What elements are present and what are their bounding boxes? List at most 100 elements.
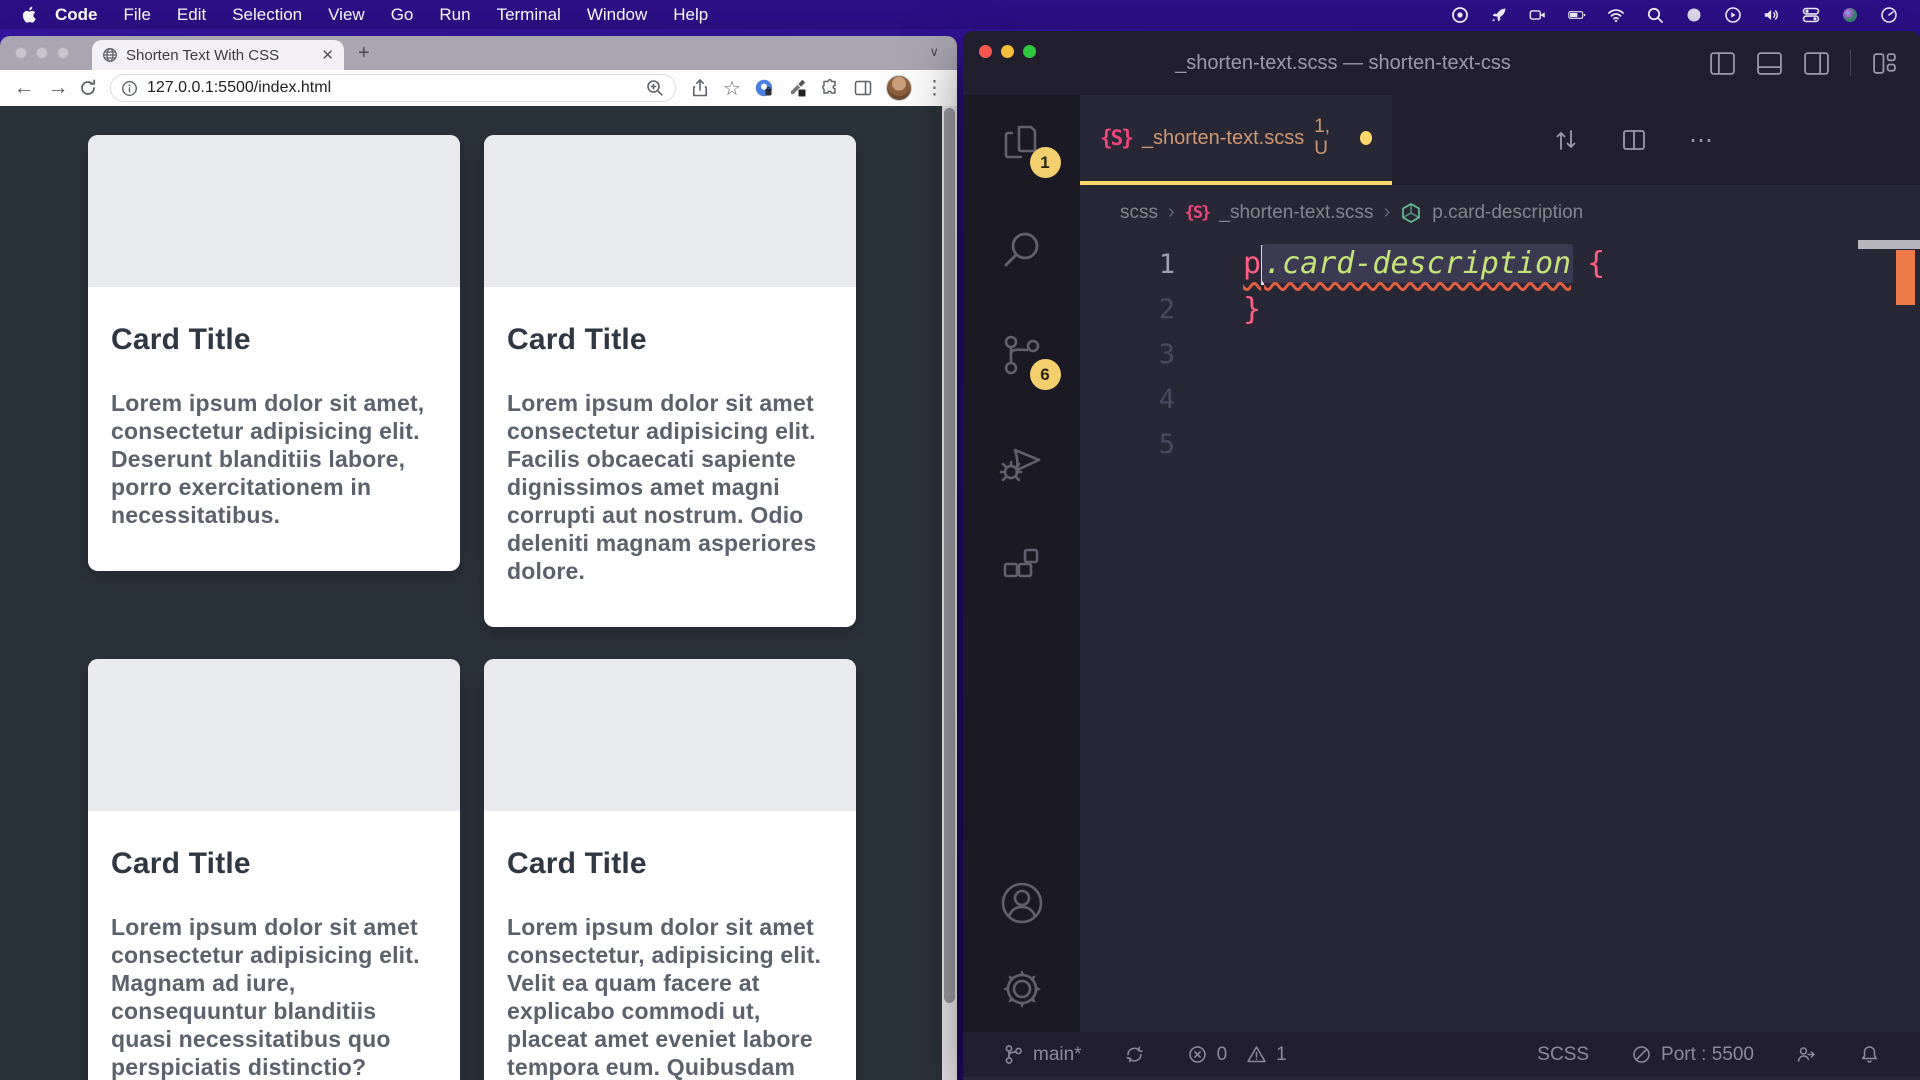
menu-item-code[interactable]: Code xyxy=(42,5,111,25)
toggle-secondary-sidebar-icon[interactable] xyxy=(1803,50,1830,77)
sync-changes-button[interactable] xyxy=(1124,1044,1145,1065)
tab-search-chevron-icon[interactable]: ∨ xyxy=(929,44,939,60)
errors-icon xyxy=(1187,1044,1208,1065)
site-info-icon[interactable] xyxy=(121,80,138,97)
breadcrumb-symbol[interactable]: p.card-description xyxy=(1432,202,1583,224)
reload-button[interactable] xyxy=(78,78,98,98)
problems-status[interactable]: 0 1 xyxy=(1187,1044,1287,1066)
bookmark-star-icon[interactable]: ☆ xyxy=(723,76,741,101)
rocket-icon[interactable] xyxy=(1490,6,1508,24)
menu-item-file[interactable]: File xyxy=(111,5,164,25)
split-editor-icon[interactable] xyxy=(1621,127,1647,153)
accounts-icon[interactable] xyxy=(999,880,1045,926)
card-4: Card Title Lorem ipsum dolor sit amet co… xyxy=(484,659,856,1080)
sass-file-icon: {S} xyxy=(1100,126,1132,150)
spotlight-search-icon[interactable] xyxy=(1646,6,1664,24)
minimize-window-button[interactable] xyxy=(36,47,48,59)
git-branch-status[interactable]: main* xyxy=(1003,1044,1082,1066)
source-control-icon[interactable]: 6 xyxy=(999,332,1045,378)
live-server-port[interactable]: Port : 5500 xyxy=(1631,1044,1754,1066)
search-icon[interactable] xyxy=(999,226,1045,272)
menu-item-go[interactable]: Go xyxy=(378,5,427,25)
toggle-sidebar-icon[interactable] xyxy=(1709,50,1736,77)
browser-tab[interactable]: Shorten Text With CSS ✕ xyxy=(92,40,344,70)
open-brace-token: { xyxy=(1587,246,1605,281)
extensions-icon[interactable] xyxy=(999,544,1045,590)
vscode-window-title: _shorten-text.scss — shorten-text-css xyxy=(963,52,1723,75)
breadcrumb-file[interactable]: _shorten-text.scss xyxy=(1219,202,1373,224)
scss-selector-token: p xyxy=(1243,246,1261,281)
camera-icon[interactable] xyxy=(1529,6,1547,24)
notifications-bell-icon[interactable] xyxy=(1859,1044,1880,1065)
menu-item-view[interactable]: View xyxy=(315,5,378,25)
back-button[interactable]: ← xyxy=(10,76,38,100)
feedback-icon[interactable] xyxy=(1796,1044,1817,1065)
menu-item-help[interactable]: Help xyxy=(660,5,721,25)
line-number: 3 xyxy=(1080,339,1175,370)
control-center-icon[interactable] xyxy=(1802,6,1820,24)
breadcrumb-folder[interactable]: scss xyxy=(1120,202,1158,224)
menu-item-selection[interactable]: Selection xyxy=(219,5,315,25)
clock-icon[interactable] xyxy=(1880,6,1898,24)
wifi-icon[interactable] xyxy=(1607,6,1625,24)
code-line-3[interactable]: 3 xyxy=(1080,332,1920,377)
browser-menu-dots-icon[interactable]: ⋮ xyxy=(925,77,944,100)
code-line-1[interactable]: 1 p.card-description{ xyxy=(1080,242,1920,287)
extension-badge-icon[interactable] xyxy=(754,78,774,98)
browser-traffic-lights xyxy=(15,47,69,59)
symbol-class-icon xyxy=(1400,202,1422,224)
code-line-4[interactable]: 4 xyxy=(1080,377,1920,422)
code-line-5[interactable]: 5 xyxy=(1080,422,1920,467)
settings-gear-icon[interactable] xyxy=(999,966,1045,1012)
tab-close-icon[interactable]: ✕ xyxy=(321,46,334,64)
menu-item-edit[interactable]: Edit xyxy=(164,5,219,25)
share-icon[interactable] xyxy=(690,78,710,98)
close-window-button[interactable] xyxy=(15,47,27,59)
card-4-title: Card Title xyxy=(507,847,833,881)
toggle-panel-icon[interactable] xyxy=(1756,50,1783,77)
page-scrollbar[interactable] xyxy=(942,106,957,1080)
card-1-description: Lorem ipsum dolor sit amet, consectetur … xyxy=(111,389,437,529)
eyedropper-extension-icon[interactable] xyxy=(787,78,807,98)
forward-button[interactable]: → xyxy=(44,76,72,100)
scrollbar-thumb[interactable] xyxy=(944,108,955,1003)
scrollbar-slider[interactable] xyxy=(1858,240,1920,249)
line-number: 1 xyxy=(1080,249,1175,280)
more-actions-icon[interactable]: ⋯ xyxy=(1689,126,1715,155)
code-line-2[interactable]: 2 } xyxy=(1080,287,1920,332)
record-icon[interactable] xyxy=(1451,6,1469,24)
new-tab-button[interactable]: + xyxy=(358,42,370,65)
run-debug-icon[interactable] xyxy=(999,438,1045,484)
zoom-page-icon[interactable] xyxy=(645,78,665,98)
language-mode[interactable]: SCSS xyxy=(1537,1044,1589,1066)
menu-item-run[interactable]: Run xyxy=(426,5,483,25)
editor-tab-shorten-text[interactable]: {S} _shorten-text.scss 1, U xyxy=(1080,95,1392,185)
extensions-puzzle-icon[interactable] xyxy=(820,78,840,98)
menu-item-terminal[interactable]: Terminal xyxy=(484,5,574,25)
play-status-icon[interactable] xyxy=(1724,6,1742,24)
menu-item-window[interactable]: Window xyxy=(574,5,660,25)
port-label: Port : 5500 xyxy=(1661,1044,1754,1066)
compare-changes-icon[interactable] xyxy=(1553,127,1579,153)
zoom-window-button[interactable] xyxy=(57,47,69,59)
apple-logo-icon[interactable] xyxy=(22,6,38,24)
unsaved-changes-dot-icon[interactable] xyxy=(1360,131,1372,145)
siri-icon[interactable] xyxy=(1841,6,1859,24)
sidebar-panel-icon[interactable] xyxy=(853,78,873,98)
battery-icon[interactable] xyxy=(1568,6,1586,24)
code-editor[interactable]: 1 p.card-description{ 2 } 3 4 5 xyxy=(1080,240,1920,1032)
menubar-status-icons xyxy=(1451,6,1898,24)
explorer-icon[interactable]: 1 xyxy=(999,120,1045,166)
card-3-description: Lorem ipsum dolor sit amet consectetur a… xyxy=(111,913,437,1080)
volume-icon[interactable] xyxy=(1763,6,1781,24)
line-number: 2 xyxy=(1080,294,1175,325)
url-address-bar[interactable]: 127.0.0.1:5500/index.html xyxy=(110,74,676,102)
tab-filename: _shorten-text.scss xyxy=(1142,127,1304,150)
status-dot-icon[interactable] xyxy=(1685,6,1703,24)
explorer-badge: 1 xyxy=(1030,147,1061,178)
customize-layout-icon[interactable] xyxy=(1871,50,1898,77)
toolbar-right-icons: ☆ ⋮ xyxy=(690,75,944,101)
profile-avatar[interactable] xyxy=(886,75,912,101)
url-text[interactable]: 127.0.0.1:5500/index.html xyxy=(147,79,636,97)
broadcast-blocked-icon xyxy=(1631,1044,1652,1065)
